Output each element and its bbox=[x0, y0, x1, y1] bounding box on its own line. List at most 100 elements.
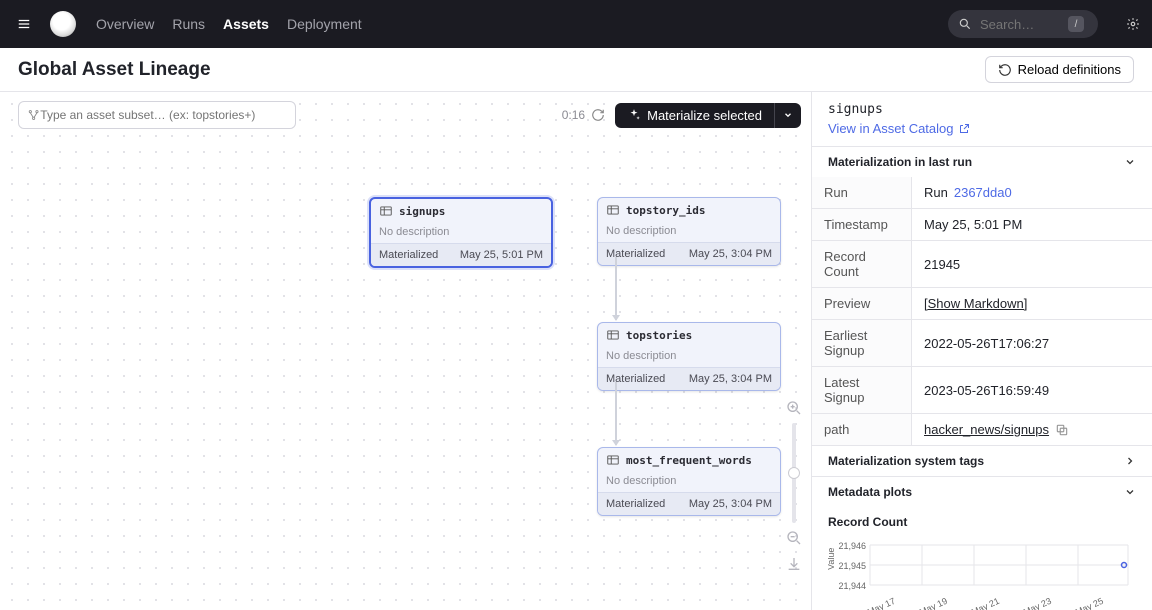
path-link[interactable]: hacker_news/signups bbox=[924, 422, 1049, 437]
node-timestamp: May 25, 3:04 PM bbox=[689, 498, 772, 510]
zoom-controls bbox=[783, 397, 805, 575]
asset-subset-input[interactable] bbox=[40, 108, 287, 122]
section-last-run: Materialization in last run RunRun 2367d… bbox=[812, 146, 1152, 445]
node-footer: Materialized May 25, 3:04 PM bbox=[598, 492, 780, 515]
zoom-out-icon[interactable] bbox=[783, 527, 805, 549]
search-input[interactable] bbox=[980, 17, 1060, 32]
download-icon[interactable] bbox=[783, 553, 805, 575]
run-id-link[interactable]: 2367dda0 bbox=[954, 185, 1012, 200]
ytick: 21,944 bbox=[838, 581, 866, 591]
node-desc: No description bbox=[371, 223, 551, 243]
zoom-thumb[interactable] bbox=[788, 467, 800, 479]
table-icon bbox=[606, 328, 620, 342]
asset-node-topstories[interactable]: topstories No description Materialized M… bbox=[597, 322, 781, 391]
ytick: 21,946 bbox=[838, 541, 866, 551]
section-metadata-plots: Metadata plots Record Count 21,946 21,94… bbox=[812, 476, 1152, 610]
table-icon bbox=[606, 453, 620, 467]
kv-value: 2023-05-26T16:59:49 bbox=[912, 367, 1152, 413]
gear-icon[interactable] bbox=[1126, 17, 1140, 31]
external-link-icon bbox=[958, 123, 970, 135]
node-name: most_frequent_words bbox=[626, 454, 752, 467]
materialize-selected-button[interactable]: Materialize selected bbox=[615, 103, 801, 128]
refresh-countdown: 0:16 bbox=[562, 108, 605, 122]
hamburger-icon[interactable] bbox=[12, 12, 36, 36]
sidepane-header: signups View in Asset Catalog bbox=[812, 92, 1152, 146]
search-box[interactable]: / bbox=[948, 10, 1098, 38]
catalog-link-label: View in Asset Catalog bbox=[828, 121, 954, 136]
search-shortcut: / bbox=[1068, 16, 1084, 32]
kv-value: hacker_news/signups bbox=[912, 414, 1152, 445]
nav-links: Overview Runs Assets Deployment bbox=[96, 16, 362, 32]
section-head-last-run[interactable]: Materialization in last run bbox=[812, 147, 1152, 177]
section-title: Metadata plots bbox=[828, 485, 912, 499]
logo[interactable] bbox=[50, 11, 76, 37]
node-desc: No description bbox=[598, 347, 780, 367]
kv-key: Preview bbox=[812, 288, 912, 319]
kv-value: [Show Markdown] bbox=[912, 288, 1152, 319]
chevron-down-icon bbox=[783, 110, 793, 120]
kv-key: Record Count bbox=[812, 241, 912, 287]
materialize-main[interactable]: Materialize selected bbox=[615, 103, 774, 128]
asset-subset-input-wrapper[interactable] bbox=[18, 101, 296, 129]
kv-value: 21945 bbox=[912, 241, 1152, 287]
zoom-in-icon[interactable] bbox=[783, 397, 805, 419]
section-system-tags: Materialization system tags bbox=[812, 445, 1152, 476]
kv-value: 2022-05-26T17:06:27 bbox=[912, 320, 1152, 366]
reload-definitions-button[interactable]: Reload definitions bbox=[985, 56, 1134, 83]
node-desc: No description bbox=[598, 222, 780, 242]
copy-icon[interactable] bbox=[1055, 423, 1069, 437]
kv-key: Timestamp bbox=[812, 209, 912, 240]
kv-key: Earliest Signup bbox=[812, 320, 912, 366]
nav-overview[interactable]: Overview bbox=[96, 16, 154, 32]
table-icon bbox=[606, 203, 620, 217]
sparkle-icon bbox=[627, 108, 641, 122]
asset-node-signups[interactable]: signups No description Materialized May … bbox=[369, 197, 553, 268]
zoom-slider[interactable] bbox=[792, 423, 796, 523]
graph-pane: 0:16 Materialize selected signups No des… bbox=[0, 92, 812, 610]
details-sidepane: signups View in Asset Catalog Materializ… bbox=[812, 92, 1152, 610]
xtick: May 25 bbox=[1074, 596, 1105, 610]
chevron-right-icon bbox=[1124, 455, 1136, 467]
materialize-dropdown[interactable] bbox=[774, 103, 801, 128]
nav-deployment[interactable]: Deployment bbox=[287, 16, 362, 32]
countdown-text: 0:16 bbox=[562, 108, 585, 122]
node-title: topstories bbox=[598, 323, 780, 347]
xtick: May 17 bbox=[866, 596, 897, 610]
xtick: May 21 bbox=[970, 596, 1001, 610]
kv-key: path bbox=[812, 414, 912, 445]
node-title: signups bbox=[371, 199, 551, 223]
graph-toolbar: 0:16 Materialize selected bbox=[18, 101, 801, 129]
asset-node-topstory-ids[interactable]: topstory_ids No description Materialized… bbox=[597, 197, 781, 266]
view-in-catalog-link[interactable]: View in Asset Catalog bbox=[828, 121, 970, 136]
record-count-plot: 21,946 21,945 21,944 Value bbox=[812, 531, 1152, 610]
nav-assets[interactable]: Assets bbox=[223, 16, 269, 32]
main: 0:16 Materialize selected signups No des… bbox=[0, 92, 1152, 610]
asset-name: signups bbox=[828, 102, 1136, 117]
section-head-metadata-plots[interactable]: Metadata plots bbox=[812, 477, 1152, 507]
xtick: May 19 bbox=[918, 596, 949, 610]
section-head-system-tags[interactable]: Materialization system tags bbox=[812, 446, 1152, 476]
node-footer: Materialized May 25, 3:04 PM bbox=[598, 367, 780, 390]
search-icon bbox=[958, 17, 972, 31]
page-title: Global Asset Lineage bbox=[18, 59, 211, 81]
node-status: Materialized bbox=[606, 498, 665, 510]
refresh-icon[interactable] bbox=[591, 108, 605, 122]
xtick: May 23 bbox=[1022, 596, 1053, 610]
show-markdown-link[interactable]: [Show Markdown] bbox=[924, 296, 1027, 311]
asset-node-most-frequent-words[interactable]: most_frequent_words No description Mater… bbox=[597, 447, 781, 516]
node-footer: Materialized May 25, 3:04 PM bbox=[598, 242, 780, 265]
reload-icon bbox=[998, 63, 1012, 77]
kv-value: May 25, 5:01 PM bbox=[912, 209, 1152, 240]
kv-key: Latest Signup bbox=[812, 367, 912, 413]
page-header: Global Asset Lineage Reload definitions bbox=[0, 48, 1152, 92]
top-bar: Overview Runs Assets Deployment / bbox=[0, 0, 1152, 48]
nav-runs[interactable]: Runs bbox=[172, 16, 205, 32]
chevron-down-icon bbox=[1124, 486, 1136, 498]
node-name: topstories bbox=[626, 329, 692, 342]
ylabel: Value bbox=[828, 548, 836, 570]
edge bbox=[615, 257, 617, 320]
table-icon bbox=[379, 204, 393, 218]
node-title: most_frequent_words bbox=[598, 448, 780, 472]
kv-key: Run bbox=[812, 177, 912, 208]
materialize-label: Materialize selected bbox=[647, 108, 762, 123]
